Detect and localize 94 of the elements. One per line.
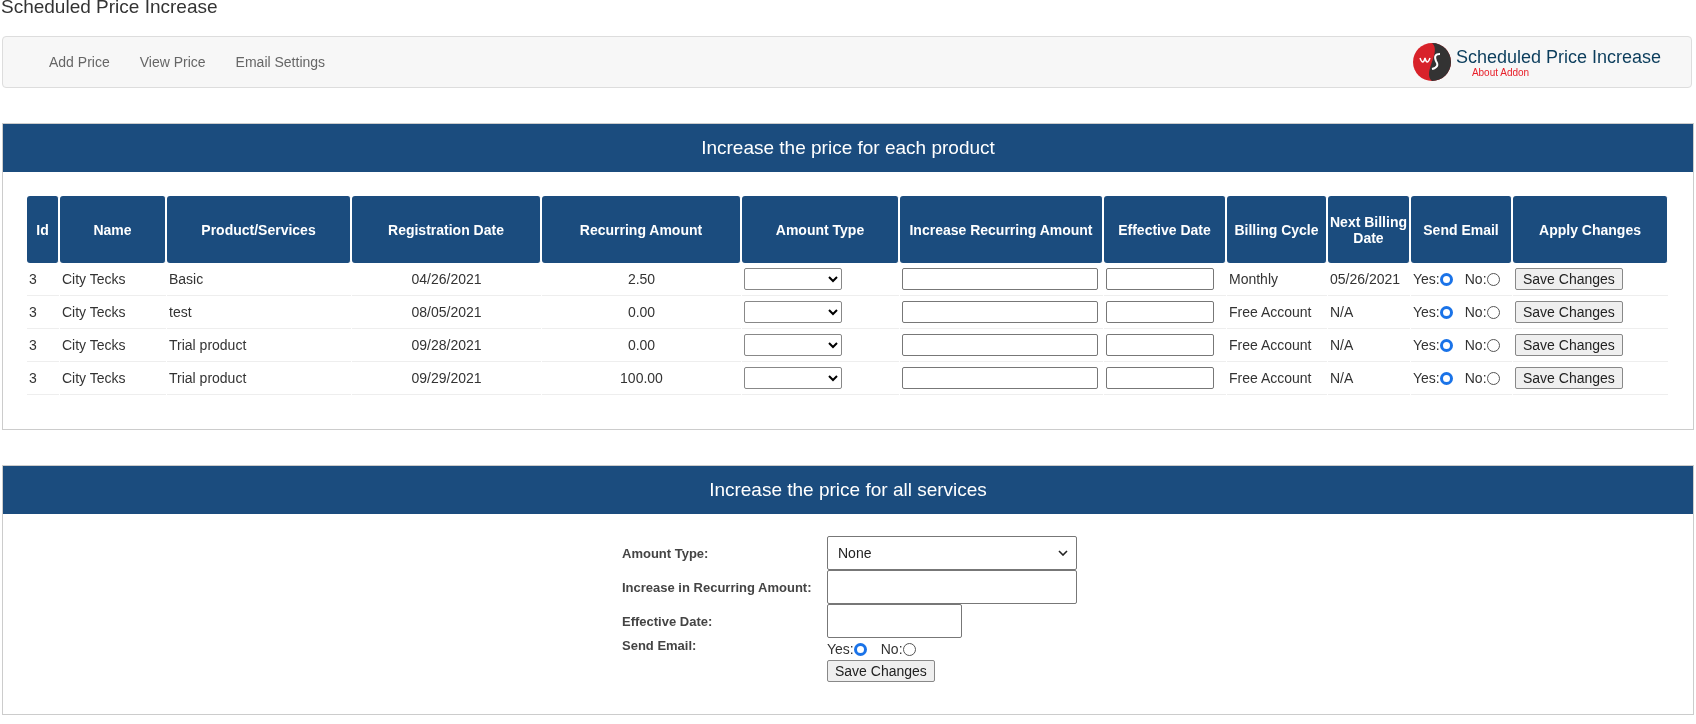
table-cell: City Tecks [60, 263, 166, 296]
effective-date-field[interactable] [827, 604, 962, 638]
radio-label: Yes: [1413, 337, 1440, 353]
amount-type-dropdown[interactable] [744, 268, 842, 290]
radio-button[interactable] [1439, 371, 1453, 385]
effective-date-field[interactable] [1106, 334, 1214, 356]
column-header: Send Email [1411, 196, 1512, 263]
table-cell: 3 [27, 296, 59, 329]
table-cell: Basic [167, 263, 351, 296]
nav-link[interactable]: Add Price [49, 54, 110, 70]
increase-amount-field[interactable] [902, 301, 1098, 323]
radio-label: No: [1464, 337, 1487, 353]
radio-label: Yes: [827, 641, 854, 657]
panel-header: Increase the price for all services [3, 466, 1693, 514]
amount-type-dropdown[interactable] [744, 367, 842, 389]
column-header: Recurring Amount [542, 196, 741, 263]
table-cell: City Tecks [60, 362, 166, 395]
save-changes-button[interactable]: Save Changes [1515, 301, 1623, 323]
radio-button[interactable] [1439, 272, 1453, 286]
amount-type-dropdown[interactable] [744, 334, 842, 356]
radio-button[interactable] [1439, 305, 1453, 319]
table-cell: City Tecks [60, 296, 166, 329]
table-cell: 3 [27, 263, 59, 296]
chevron-down-icon [1058, 550, 1068, 556]
increase-amount-field[interactable] [827, 570, 1077, 604]
table-cell: N/A [1328, 362, 1410, 395]
nav-link[interactable]: View Price [139, 54, 206, 70]
table-cell: 09/28/2021 [352, 329, 541, 362]
radio-button[interactable] [1486, 272, 1500, 286]
panel-header: Increase the price for each product [3, 124, 1693, 172]
column-header: Increase Recurring Amount [900, 196, 1103, 263]
table-cell: Free Account [1227, 329, 1327, 362]
table-cell: 04/26/2021 [352, 263, 541, 296]
save-changes-button[interactable]: Save Changes [1515, 367, 1623, 389]
increase-amount-field[interactable] [902, 268, 1098, 290]
column-header: Billing Cycle [1227, 196, 1327, 263]
table-cell: 3 [27, 362, 59, 395]
brand-title: Scheduled Price Increase [1455, 46, 1661, 68]
column-header: Next Billing Date [1328, 196, 1410, 263]
form-label: Increase in Recurring Amount: [622, 579, 813, 595]
radio-label: No: [1464, 370, 1487, 386]
page-title: Scheduled Price Increase [0, 0, 219, 19]
radio-button[interactable] [1486, 305, 1500, 319]
increase-amount-field[interactable] [902, 367, 1098, 389]
effective-date-field[interactable] [1106, 268, 1214, 290]
table-cell: Trial product [167, 329, 351, 362]
table-cell: City Tecks [60, 329, 166, 362]
column-header: Amount Type [742, 196, 899, 263]
nav-link[interactable]: Email Settings [235, 54, 326, 70]
effective-date-field[interactable] [1106, 367, 1214, 389]
table-cell: Trial product [167, 362, 351, 395]
radio-label: No: [1464, 304, 1487, 320]
radio-button[interactable] [1486, 338, 1500, 352]
effective-date-field[interactable] [1106, 301, 1214, 323]
radio-button[interactable] [1486, 371, 1500, 385]
form-label: Effective Date: [622, 613, 714, 629]
save-changes-button[interactable]: Save Changes [1515, 268, 1623, 290]
column-header: Apply Changes [1513, 196, 1668, 263]
table-cell: N/A [1328, 329, 1410, 362]
radio-label: Yes: [1413, 304, 1440, 320]
table-cell: Monthly [1227, 263, 1327, 296]
table-cell: test [167, 296, 351, 329]
radio-label: No: [1464, 271, 1487, 287]
column-header: Id [27, 196, 59, 263]
table-cell: 0.00 [542, 329, 741, 362]
table-cell: 09/29/2021 [352, 362, 541, 395]
radio-button[interactable] [902, 642, 916, 656]
table-cell: 05/26/2021 [1328, 263, 1410, 296]
radio-label: Yes: [1413, 271, 1440, 287]
table-cell: 3 [27, 329, 59, 362]
radio-button[interactable] [1439, 338, 1453, 352]
amount-type-dropdown[interactable]: None [827, 536, 1077, 570]
logo-icon [1411, 42, 1452, 82]
column-header: Product/Services [167, 196, 351, 263]
table-cell: Free Account [1227, 362, 1327, 395]
about-addon-link[interactable]: About Addon [1455, 67, 1661, 78]
radio-label: Yes: [1413, 370, 1440, 386]
table-cell: Free Account [1227, 296, 1327, 329]
form-label: Amount Type: [622, 545, 710, 561]
form-label: Send Email: [622, 638, 698, 653]
radio-label: No: [880, 641, 903, 657]
increase-amount-field[interactable] [902, 334, 1098, 356]
table-cell: 08/05/2021 [352, 296, 541, 329]
column-header: Effective Date [1104, 196, 1226, 263]
radio-button[interactable] [853, 642, 867, 656]
column-header: Name [60, 196, 166, 263]
table-cell: 2.50 [542, 263, 741, 296]
column-header: Registration Date [352, 196, 541, 263]
table-cell: 0.00 [542, 296, 741, 329]
table-cell: 100.00 [542, 362, 741, 395]
save-changes-button[interactable]: Save Changes [827, 660, 935, 682]
table-cell: N/A [1328, 296, 1410, 329]
amount-type-dropdown[interactable] [744, 301, 842, 323]
save-changes-button[interactable]: Save Changes [1515, 334, 1623, 356]
